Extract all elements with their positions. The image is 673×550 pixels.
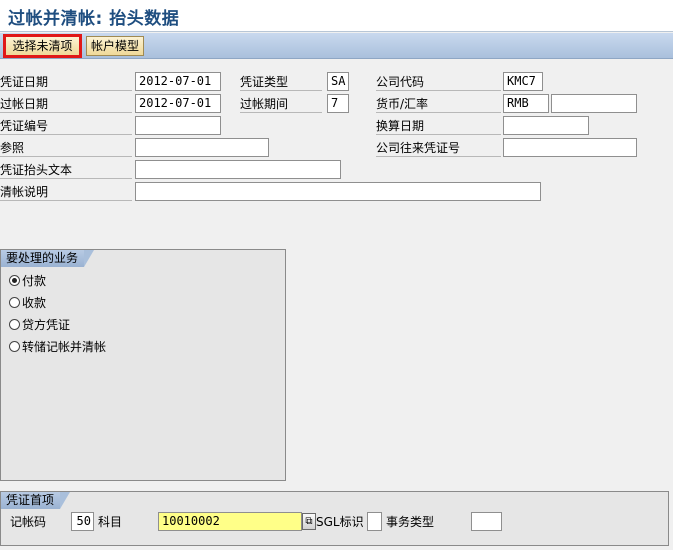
- translation-date-field[interactable]: [503, 116, 589, 135]
- transaction-group-title: 要处理的业务: [1, 250, 95, 267]
- first-line-item-title: 凭证首项: [1, 492, 71, 509]
- posting-date-field[interactable]: 2012-07-01: [135, 94, 221, 113]
- currency-field[interactable]: RMB: [503, 94, 549, 113]
- title-bar: 过帐并清帐: 抬头数据: [0, 0, 673, 32]
- radio-credit-memo[interactable]: 贷方凭证: [9, 316, 70, 334]
- special-gl-field[interactable]: [367, 512, 382, 531]
- reference-label: 参照: [0, 139, 132, 157]
- select-open-items-button[interactable]: 选择未清项: [3, 34, 82, 58]
- intercompany-number-label: 公司往来凭证号: [376, 139, 501, 157]
- account-field[interactable]: 10010002: [158, 512, 302, 531]
- radio-unselected-icon[interactable]: [9, 341, 20, 352]
- company-code-field[interactable]: KMC7: [503, 72, 543, 91]
- posting-period-label: 过帐期间: [240, 95, 322, 113]
- clearing-text-label: 清帐说明: [0, 183, 132, 201]
- transaction-group: 要处理的业务 付款 收款 贷方凭证 转储记帐并清帐: [0, 249, 286, 481]
- document-number-field[interactable]: [135, 116, 221, 135]
- posting-key-label: 记帐码: [10, 515, 47, 529]
- radio-selected-icon[interactable]: [9, 275, 20, 286]
- transaction-type-label: 事务类型: [386, 515, 435, 529]
- document-date-label: 凭证日期: [0, 73, 132, 91]
- radio-receipt[interactable]: 收款: [9, 294, 46, 312]
- header-text-label: 凭证抬头文本: [0, 161, 132, 179]
- posting-period-field[interactable]: 7: [327, 94, 349, 113]
- intercompany-number-field[interactable]: [503, 138, 637, 157]
- currency-rate-label: 货币/汇率: [376, 95, 501, 113]
- account-model-button[interactable]: 帐户模型: [86, 36, 144, 56]
- radio-unselected-icon[interactable]: [9, 319, 20, 330]
- radio-credit-memo-label: 贷方凭证: [22, 318, 71, 332]
- header-text-field[interactable]: [135, 160, 341, 179]
- radio-transfer-posting-label: 转储记帐并清帐: [22, 340, 107, 354]
- radio-transfer-posting[interactable]: 转储记帐并清帐: [9, 338, 106, 356]
- special-gl-label: SGL标识: [316, 515, 364, 529]
- search-help-icon[interactable]: ⧉: [302, 513, 316, 530]
- posting-key-field[interactable]: 50: [71, 512, 94, 531]
- radio-unselected-icon[interactable]: [9, 297, 20, 308]
- document-type-label: 凭证类型: [240, 73, 322, 91]
- document-type-field[interactable]: SA: [327, 72, 349, 91]
- radio-payment[interactable]: 付款: [9, 272, 46, 290]
- transaction-type-field[interactable]: [471, 512, 502, 531]
- application-toolbar: 选择未清项 帐户模型: [0, 33, 673, 59]
- document-date-field[interactable]: 2012-07-01: [135, 72, 221, 91]
- posting-date-label: 过帐日期: [0, 95, 132, 113]
- company-code-label: 公司代码: [376, 73, 501, 91]
- radio-receipt-label: 收款: [22, 296, 47, 310]
- document-number-label: 凭证编号: [0, 117, 132, 135]
- translation-date-label: 换算日期: [376, 117, 501, 135]
- page-title: 过帐并清帐: 抬头数据: [8, 9, 180, 29]
- account-label: 科目: [98, 515, 123, 529]
- reference-field[interactable]: [135, 138, 269, 157]
- exchange-rate-field[interactable]: [551, 94, 637, 113]
- clearing-text-field[interactable]: [135, 182, 541, 201]
- radio-payment-label: 付款: [22, 274, 47, 288]
